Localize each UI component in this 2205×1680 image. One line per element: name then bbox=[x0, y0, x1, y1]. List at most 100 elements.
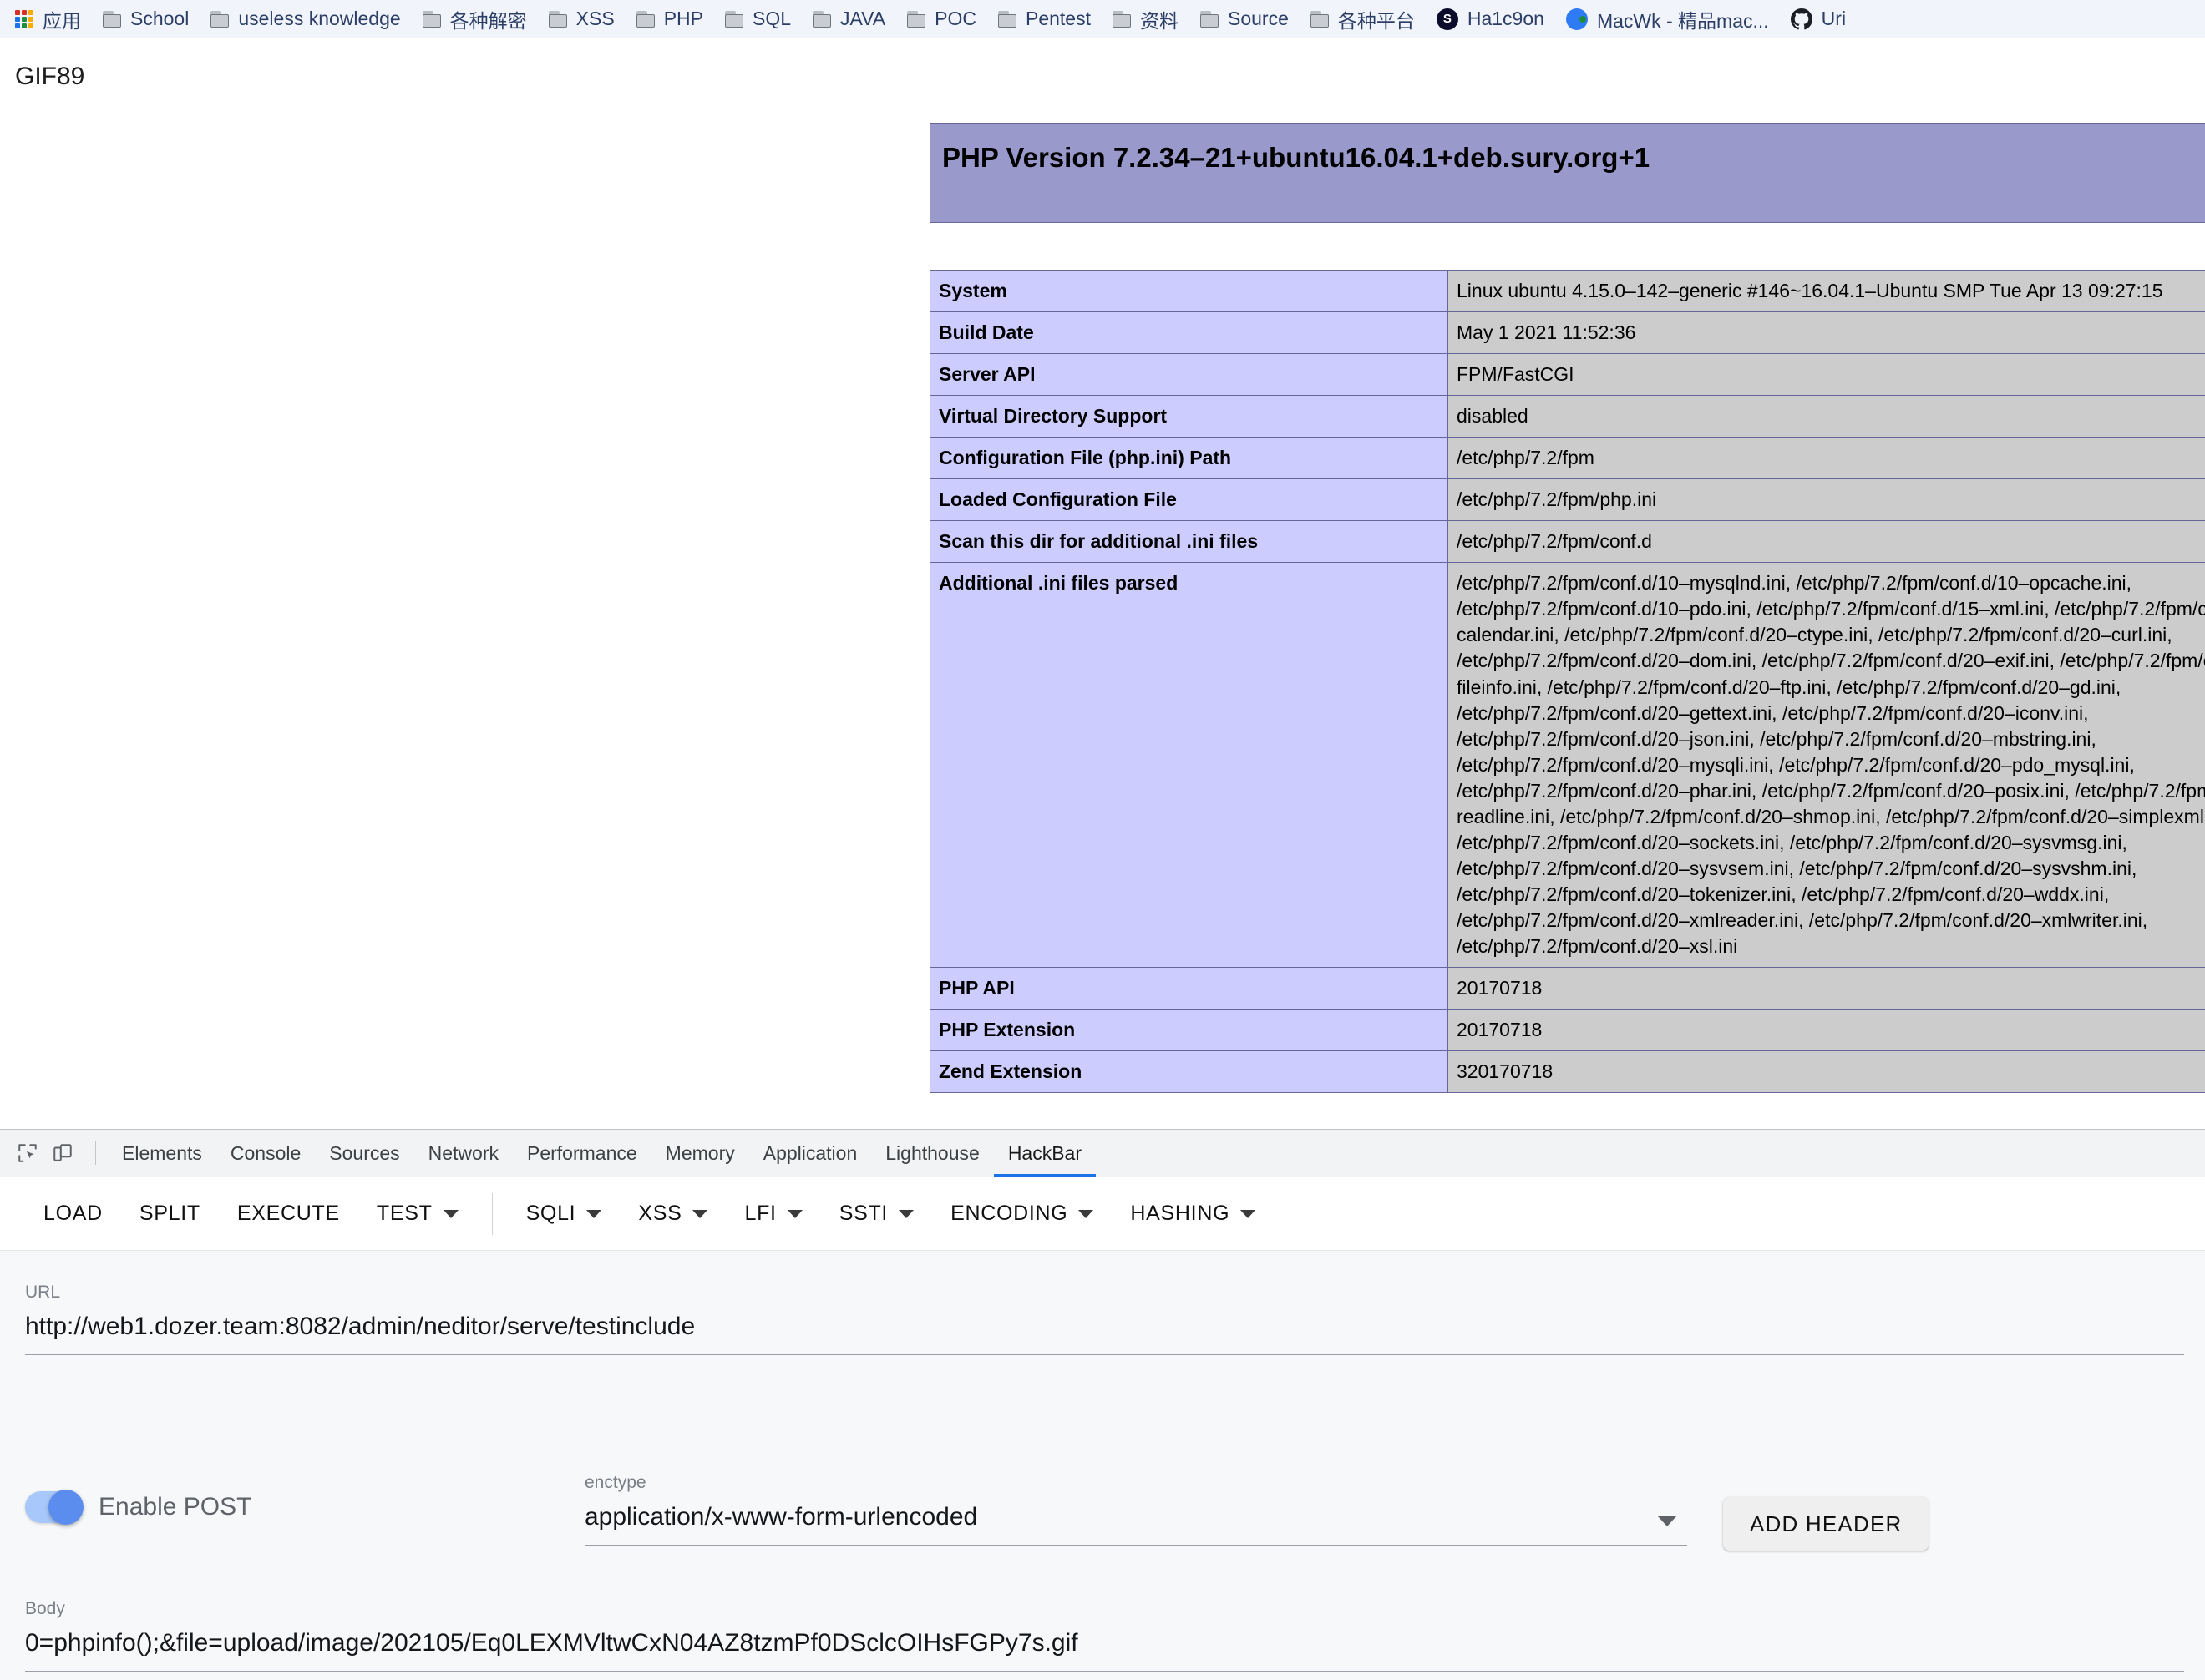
folder-icon bbox=[1199, 10, 1219, 28]
phpinfo-row: System Linux ubuntu 4.15.0–142–generic #1… bbox=[930, 269, 2205, 313]
phpinfo-row: Additional .ini files parsed/etc/php/7.2… bbox=[930, 562, 2205, 969]
tab-network[interactable]: Network bbox=[414, 1130, 513, 1177]
phpinfo-row: Scan this dir for additional .ini files /… bbox=[930, 520, 2205, 564]
chevron-down-icon bbox=[1657, 1516, 1677, 1526]
hacker-favicon: S bbox=[1436, 8, 1458, 30]
tab-elements[interactable]: Elements bbox=[108, 1130, 216, 1177]
folder-icon bbox=[725, 10, 743, 28]
enctype-select[interactable]: application/x-www-form-urlencoded bbox=[585, 1503, 1687, 1546]
button-label: ENCODING bbox=[950, 1202, 1068, 1225]
bookmark-item[interactable]: 资料 bbox=[1112, 5, 1179, 33]
enctype-label: enctype bbox=[585, 1473, 646, 1492]
url-label: URL bbox=[25, 1283, 61, 1302]
bookmark-item[interactable]: Uri bbox=[1790, 8, 1846, 30]
toolbar-separator bbox=[491, 1192, 493, 1235]
folder-icon bbox=[813, 10, 832, 28]
bookmark-item[interactable]: POC bbox=[907, 8, 976, 30]
execute-button[interactable]: EXECUTE bbox=[219, 1191, 358, 1237]
button-label: EXECUTE bbox=[236, 1202, 340, 1225]
body-label: Body bbox=[25, 1599, 65, 1618]
tab-sources[interactable]: Sources bbox=[315, 1130, 413, 1177]
bookmark-item[interactable]: Pentest bbox=[997, 8, 1091, 30]
phpinfo-row: PHP Extension 20170718 bbox=[930, 1009, 2205, 1052]
chevron-down-icon bbox=[443, 1209, 459, 1218]
xss-button[interactable]: XSS bbox=[620, 1191, 726, 1237]
bookmark-label: PHP bbox=[663, 8, 703, 29]
phpinfo-key: System bbox=[930, 269, 1448, 313]
phpinfo-key: Loaded Configuration File bbox=[930, 478, 1448, 522]
phpinfo-key: Server API bbox=[930, 353, 1448, 397]
bookmark-label: 应用 bbox=[43, 9, 81, 32]
tab-performance[interactable]: Performance bbox=[513, 1130, 651, 1177]
phpinfo-value: disabled bbox=[1447, 395, 2205, 438]
body-input[interactable]: 0=phpinfo();&file=upload/image/202105/Eq… bbox=[25, 1629, 2184, 1672]
bookmark-item[interactable]: useless knowledge bbox=[210, 8, 401, 30]
hashing-button[interactable]: HASHING bbox=[1112, 1191, 1274, 1237]
bookmark-item[interactable]: PHP bbox=[636, 8, 703, 30]
button-label: HASHING bbox=[1130, 1202, 1230, 1225]
button-label: LOAD bbox=[43, 1202, 103, 1225]
phpinfo-key: Configuration File (php.ini) Path bbox=[930, 437, 1448, 480]
bookmark-item[interactable]: School bbox=[103, 8, 189, 30]
split-button[interactable]: SPLIT bbox=[121, 1191, 219, 1237]
tab-console[interactable]: Console bbox=[216, 1130, 315, 1177]
tab-lighthouse[interactable]: Lighthouse bbox=[871, 1130, 994, 1177]
enable-post-toggle-group[interactable]: Enable POST bbox=[25, 1490, 251, 1525]
folder-icon bbox=[103, 10, 121, 28]
ssti-button[interactable]: SSTI bbox=[821, 1191, 932, 1237]
bookmark-label: Ha1c9on bbox=[1467, 8, 1544, 29]
folder-icon bbox=[1112, 10, 1131, 28]
encoding-button[interactable]: ENCODING bbox=[932, 1191, 1112, 1237]
button-label: SPLIT bbox=[139, 1202, 200, 1225]
device-toolbar-icon[interactable] bbox=[48, 1139, 77, 1167]
phpinfo-key: PHP API bbox=[930, 967, 1448, 1010]
folder-icon bbox=[548, 10, 567, 28]
tab-hackbar[interactable]: HackBar bbox=[993, 1130, 1097, 1177]
phpinfo-row: Configuration File (php.ini) Path/etc/ph… bbox=[930, 437, 2205, 480]
phpinfo-key: Scan this dir for additional .ini files bbox=[930, 520, 1448, 564]
bookmark-item[interactable]: SQL bbox=[725, 8, 791, 30]
bookmark-item[interactable]: S Ha1c9on bbox=[1436, 8, 1544, 30]
phpinfo-value: May 1 2021 11:52:36 bbox=[1447, 311, 2205, 355]
load-button[interactable]: LOAD bbox=[25, 1191, 121, 1237]
chevron-down-icon bbox=[1240, 1209, 1256, 1218]
php-version-banner: PHP Version 7.2.34–21+ubuntu16.04.1+deb.… bbox=[930, 123, 2205, 223]
folder-icon bbox=[997, 10, 1016, 28]
test-button[interactable]: TEST bbox=[358, 1191, 477, 1237]
phpinfo-row: Zend Extension 320170718 bbox=[930, 1050, 2205, 1094]
sqli-button[interactable]: SQLI bbox=[508, 1191, 621, 1237]
inspect-element-icon[interactable] bbox=[13, 1139, 42, 1167]
bookmark-item[interactable]: 各种平台 bbox=[1310, 5, 1415, 33]
bookmark-item[interactable]: Source bbox=[1199, 8, 1289, 30]
page-content: GIF89 PHP Version 7.2.34–21+ubuntu16.04.… bbox=[0, 39, 2205, 1129]
lfi-button[interactable]: LFI bbox=[726, 1191, 820, 1237]
folder-icon bbox=[907, 10, 926, 28]
bookmark-item[interactable]: 各种解密 bbox=[422, 5, 527, 33]
enctype-value: application/x-www-form-urlencoded bbox=[585, 1503, 978, 1531]
apps-grid-icon bbox=[15, 9, 33, 28]
chevron-down-icon bbox=[1078, 1209, 1094, 1218]
button-label: LFI bbox=[744, 1202, 777, 1225]
bookmark-item[interactable]: MacWk - 精品mac... bbox=[1565, 5, 1769, 33]
tab-memory[interactable]: Memory bbox=[651, 1130, 749, 1177]
bookmark-item[interactable]: 应用 bbox=[15, 5, 81, 33]
browser-window: 应用 School useless knowledge 各种解密 XSS PHP SQL JA… bbox=[0, 0, 2205, 1680]
phpinfo-row: Virtual Directory Support disabled bbox=[930, 395, 2205, 438]
phpinfo-key: Additional .ini files parsed bbox=[930, 562, 1448, 969]
enable-post-toggle[interactable] bbox=[25, 1490, 84, 1525]
phpinfo-row: Server API FPM/FastCGI bbox=[930, 353, 2205, 397]
macwk-favicon bbox=[1565, 8, 1588, 30]
tab-application[interactable]: Application bbox=[749, 1130, 872, 1177]
url-input[interactable]: http://web1.dozer.team:8082/admin/nedito… bbox=[25, 1313, 2184, 1355]
enctype-field-group: enctype application/x-www-form-urlencode… bbox=[585, 1473, 1687, 1546]
chevron-down-icon bbox=[692, 1209, 708, 1218]
phpinfo-value: Linux ubuntu 4.15.0–142–generic #146~16.… bbox=[1447, 269, 2205, 313]
bookmark-label: Source bbox=[1227, 8, 1289, 29]
bookmark-label: SQL bbox=[753, 8, 792, 29]
bookmark-item[interactable]: XSS bbox=[548, 8, 615, 30]
phpinfo-key: Zend Extension bbox=[930, 1050, 1448, 1094]
add-header-button[interactable]: ADD HEADER bbox=[1723, 1497, 1929, 1551]
chevron-down-icon bbox=[899, 1209, 915, 1218]
bookmark-label: Pentest bbox=[1025, 8, 1091, 29]
bookmark-item[interactable]: JAVA bbox=[813, 8, 885, 30]
